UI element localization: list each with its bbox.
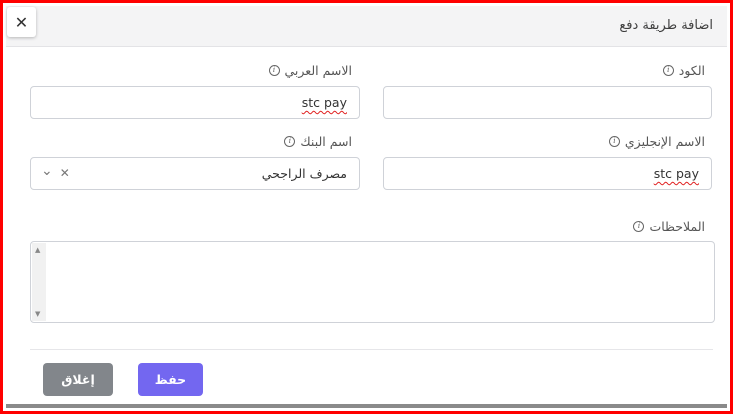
english-name-value: stc pay (653, 166, 699, 181)
info-icon: i (284, 136, 296, 147)
save-button[interactable]: حفظ (138, 363, 203, 396)
code-input[interactable] (383, 86, 712, 119)
footer-divider (30, 349, 713, 350)
notes-textarea[interactable]: ▲ ▼ (30, 241, 715, 323)
close-modal-button[interactable]: إغلاق (43, 363, 113, 396)
code-label: الكود (678, 63, 705, 78)
info-icon: i (662, 65, 674, 76)
arabic-name-label-row: الاسم العربي i (268, 63, 352, 78)
chevron-down-icon[interactable]: ⌄ (41, 164, 53, 180)
screenshot-frame: اضافة طريقة دفع ✕ الكود i الاسم العربي i… (0, 0, 733, 414)
notes-label-row: الملاحظات i (633, 219, 705, 234)
english-name-label-row: الاسم الإنجليزي i (608, 134, 705, 149)
english-name-label: الاسم الإنجليزي (624, 134, 705, 149)
modal-header: اضافة طريقة دفع (6, 6, 727, 47)
bank-name-label: اسم البنك (300, 134, 352, 149)
notes-scrollbar[interactable]: ▲ ▼ (32, 243, 46, 321)
bank-name-select[interactable]: مصرف الراجحي ⌄ ✕ (30, 157, 360, 190)
clear-icon[interactable]: ✕ (60, 166, 70, 180)
bank-name-label-row: اسم البنك i (284, 134, 352, 149)
arabic-name-input[interactable]: stc pay (30, 86, 360, 119)
close-icon: ✕ (14, 12, 29, 32)
bank-name-value: مصرف الراجحي (261, 166, 347, 181)
scroll-up-icon[interactable]: ▲ (35, 246, 40, 254)
arabic-name-label: الاسم العربي (284, 63, 352, 78)
close-button[interactable]: ✕ (7, 7, 36, 37)
info-icon: i (268, 65, 280, 76)
notes-label: الملاحظات (649, 219, 705, 234)
info-icon: i (633, 221, 645, 232)
info-icon: i (608, 136, 620, 147)
scroll-down-icon[interactable]: ▼ (35, 310, 40, 318)
payment-method-modal: اضافة طريقة دفع ✕ الكود i الاسم العربي i… (6, 6, 727, 408)
modal-title: اضافة طريقة دفع (619, 18, 713, 33)
bottom-bar (6, 404, 727, 408)
arabic-name-value: stc pay (301, 95, 347, 110)
select-controls: ⌄ ✕ (41, 164, 70, 180)
english-name-input[interactable]: stc pay (383, 157, 712, 190)
code-label-row: الكود i (662, 63, 705, 78)
